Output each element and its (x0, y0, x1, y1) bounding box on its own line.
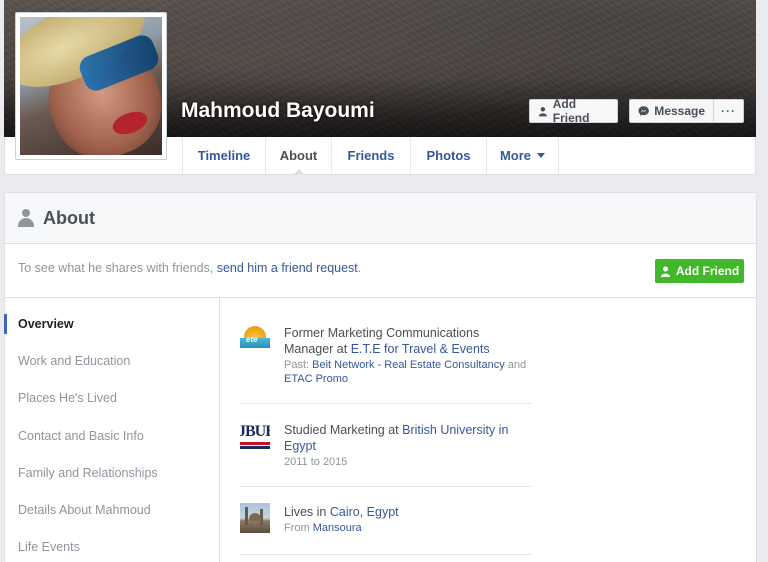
places-entry-body: Lives in Cairo, Egypt From Mansoura (284, 504, 529, 535)
past-prefix: Past: (284, 359, 313, 371)
add-friend-button[interactable]: Add Friend (529, 97, 618, 125)
add-friend-icon (660, 266, 670, 277)
sidebar-item-overview[interactable]: Overview (18, 317, 74, 331)
city-link[interactable]: Cairo, Egypt (330, 505, 399, 519)
past-work: Past: Beit Network - Real Estate Consult… (284, 358, 529, 386)
work-line2-prefix: Manager at (284, 342, 351, 356)
from-prefix: From (284, 522, 313, 534)
about-header: About (5, 193, 756, 244)
lives-in: Lives in Cairo, Egypt (284, 504, 529, 520)
sidebar-item-places-lived[interactable]: Places He's Lived (18, 391, 117, 405)
tab-about[interactable]: About (265, 137, 331, 175)
entry-divider (240, 554, 532, 555)
notice-text: To see what he shares with friends, send… (18, 261, 361, 275)
profile-picture[interactable] (15, 12, 167, 160)
sidebar-item-work-education[interactable]: Work and Education (18, 354, 130, 368)
university-logo[interactable]: JBUE (240, 421, 270, 451)
active-marker (4, 314, 7, 334)
sidebar-item-life-events[interactable]: Life Events (18, 540, 80, 554)
add-friend-green-label: Add Friend (675, 264, 740, 278)
work-entry-body: Former Marketing Communications Manager … (284, 325, 529, 386)
work-line1: Former Marketing Communications (284, 326, 480, 340)
more-options-button[interactable]: ··· (713, 99, 744, 123)
city-thumbnail[interactable] (240, 503, 270, 533)
send-friend-request-link[interactable]: send him a friend request (217, 261, 358, 275)
friend-request-notice: To see what he shares with friends, send… (5, 244, 756, 298)
about-title: About (43, 207, 95, 228)
profile-name[interactable]: Mahmoud Bayoumi (181, 99, 375, 123)
entry-divider (240, 486, 532, 487)
entry-divider (240, 403, 532, 404)
sidebar-item-details[interactable]: Details About Mahmoud (18, 503, 151, 517)
lives-prefix: Lives in (284, 505, 330, 519)
add-friend-label: Add Friend (552, 97, 590, 125)
avatar (20, 17, 162, 155)
past-company-link-2[interactable]: ETAC Promo (284, 373, 348, 385)
about-content: Overview Work and Education Places He's … (4, 298, 756, 562)
work-title: Former Marketing Communications Manager … (284, 325, 529, 357)
caret-down-icon (537, 153, 546, 158)
tab-friends[interactable]: Friends (331, 137, 410, 174)
company-link[interactable]: E.T.E for Travel & Events (351, 342, 490, 356)
about-card: About To see what he shares with friends… (4, 192, 757, 562)
past-and: and (504, 359, 527, 371)
education-title: Studied Marketing at British University … (284, 422, 529, 454)
company-logo[interactable]: ete (240, 324, 270, 354)
past-company-link-1[interactable]: Beit Network - Real Estate Consultancy (312, 359, 505, 371)
sidebar-item-family-relationships[interactable]: Family and Relationships (18, 466, 158, 480)
sidebar-item-contact-info[interactable]: Contact and Basic Info (18, 429, 144, 443)
about-sidebar: Overview Work and Education Places He's … (4, 298, 220, 562)
add-friend-icon (538, 106, 547, 116)
university-link[interactable]: British University in (402, 423, 508, 437)
education-entry-body: Studied Marketing at British University … (284, 422, 529, 469)
tab-photos[interactable]: Photos (410, 137, 486, 174)
message-label: Message (654, 104, 705, 118)
add-friend-green-button[interactable]: Add Friend (655, 259, 744, 283)
tab-more-label: More (499, 148, 532, 163)
education-prefix: Studied Marketing at (284, 423, 403, 437)
messenger-icon (638, 106, 649, 116)
notice-prefix: To see what he shares with friends, (18, 261, 217, 275)
tab-more[interactable]: More (486, 137, 559, 174)
person-icon (17, 209, 35, 227)
message-button[interactable]: Message (629, 99, 714, 123)
university-link-2[interactable]: Egypt (284, 439, 316, 453)
tab-timeline[interactable]: Timeline (182, 137, 265, 174)
notice-suffix: . (357, 261, 362, 275)
from-city: From Mansoura (284, 521, 529, 535)
hometown-link[interactable]: Mansoura (313, 522, 362, 534)
education-years: 2011 to 2015 (284, 456, 348, 468)
